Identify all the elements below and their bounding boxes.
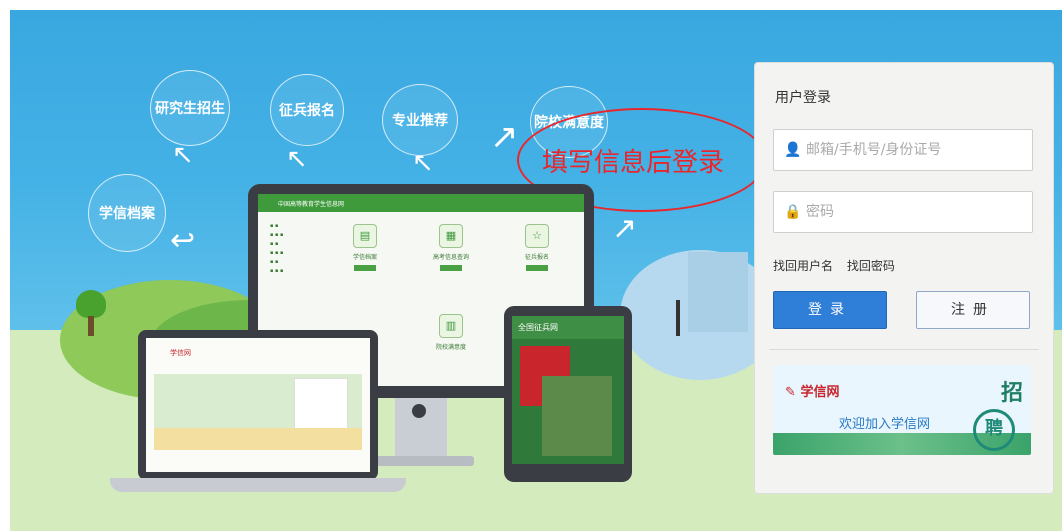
lamp-post: [676, 300, 680, 336]
building-icon: ▥: [439, 314, 463, 338]
tablet-screen: 全国征兵网: [512, 316, 624, 464]
logo-icon: ✎: [785, 385, 796, 400]
curved-arrow-icon: ↖: [172, 140, 194, 170]
username-field[interactable]: 👤: [773, 129, 1033, 171]
bubble-label: 研究生招生: [155, 101, 225, 117]
soldiers-graphic: [542, 376, 612, 456]
find-username-link[interactable]: 找回用户名: [773, 259, 833, 273]
laptop-sand-band: [154, 428, 362, 450]
curved-arrow-icon: ↖: [286, 144, 308, 174]
laptop-site-title: 学信网: [170, 349, 191, 357]
tile-title: 征兵报名: [524, 254, 549, 261]
password-input[interactable]: [800, 203, 1032, 221]
register-button[interactable]: 注册: [916, 291, 1030, 329]
bubble-label: 征兵报名: [279, 103, 335, 119]
password-field[interactable]: 🔒: [773, 191, 1033, 233]
banner-logo-text: 学信网: [800, 385, 840, 400]
page-stage: 研究生招生 征兵报名 专业推荐 院校满意度 学信档案 ↖ ↖ ↖ ↗ ↩ ↗ 填…: [0, 0, 1062, 531]
panel-divider: [769, 349, 1039, 350]
lock-icon: 🔒: [784, 204, 802, 220]
tile-title: 学信档案: [352, 254, 377, 261]
banner-pin-icon: 聘: [973, 409, 1015, 451]
tree-trunk: [88, 316, 94, 336]
bubble-conscription[interactable]: 征兵报名: [270, 74, 344, 146]
laptop-screen: 学信网: [146, 338, 370, 472]
chart-icon: ▦: [439, 224, 463, 248]
monitor-tile: ▦ 高考信息查询: [416, 224, 486, 271]
city-buildings: [688, 252, 748, 332]
annotation-text: 填写信息后登录: [542, 148, 725, 178]
monitor-site-header: 中国高等教育学生信息网: [258, 194, 584, 212]
recovery-links: 找回用户名 找回密码: [773, 257, 905, 274]
bubble-label: 专业推荐: [392, 113, 448, 129]
monitor-tile: ▤ 学信档案: [330, 224, 400, 271]
tablet: 全国征兵网: [504, 306, 632, 482]
monitor-site-title: 中国高等教育学生信息网: [278, 200, 345, 208]
tile-button: [354, 265, 376, 271]
curved-arrow-icon: ↗: [612, 211, 638, 246]
username-input[interactable]: [800, 141, 1032, 159]
banner-slogan: 欢迎加入学信网: [839, 417, 931, 432]
monitor-tile: ▥ 院校满意度: [416, 314, 486, 354]
banner-zhao: 招: [1000, 381, 1023, 406]
tablet-site-title: 全国征兵网: [512, 316, 624, 339]
monitor-base: [370, 456, 474, 466]
bubble-records[interactable]: 学信档案: [88, 174, 166, 252]
tile-button: [440, 265, 462, 271]
bubble-major-recommend[interactable]: 专业推荐: [382, 84, 458, 156]
laptop-base: [110, 478, 406, 492]
user-icon: 👤: [784, 142, 802, 158]
banner-logo: ✎ 学信网: [785, 381, 839, 400]
tile-title: 院校满意度: [435, 344, 466, 351]
login-panel: 用户登录 👤 🔒 找回用户名 找回密码 登录 注册 ✎ 学信网 欢迎加入学信网 …: [754, 62, 1054, 494]
bubble-grad-recruit[interactable]: 研究生招生: [150, 70, 230, 146]
curved-arrow-icon: ↖: [412, 148, 434, 178]
tile-button: [526, 265, 548, 271]
login-title: 用户登录: [775, 90, 831, 106]
star-icon: ☆: [525, 224, 549, 248]
recruit-banner[interactable]: ✎ 学信网 欢迎加入学信网 招 聘: [773, 365, 1031, 455]
login-button[interactable]: 登录: [773, 291, 887, 329]
monitor-camera: [412, 404, 426, 418]
document-icon: ▤: [353, 224, 377, 248]
find-password-link[interactable]: 找回密码: [847, 259, 895, 273]
curved-arrow-icon: ↩: [170, 223, 196, 258]
laptop: 学信网: [138, 330, 378, 480]
bubble-label: 学信档案: [99, 206, 155, 222]
tile-title: 高考信息查询: [432, 254, 469, 261]
curved-arrow-icon: ↗: [490, 117, 519, 157]
monitor-tile: ☆ 征兵报名: [502, 224, 572, 271]
tree-icon: [76, 290, 106, 318]
